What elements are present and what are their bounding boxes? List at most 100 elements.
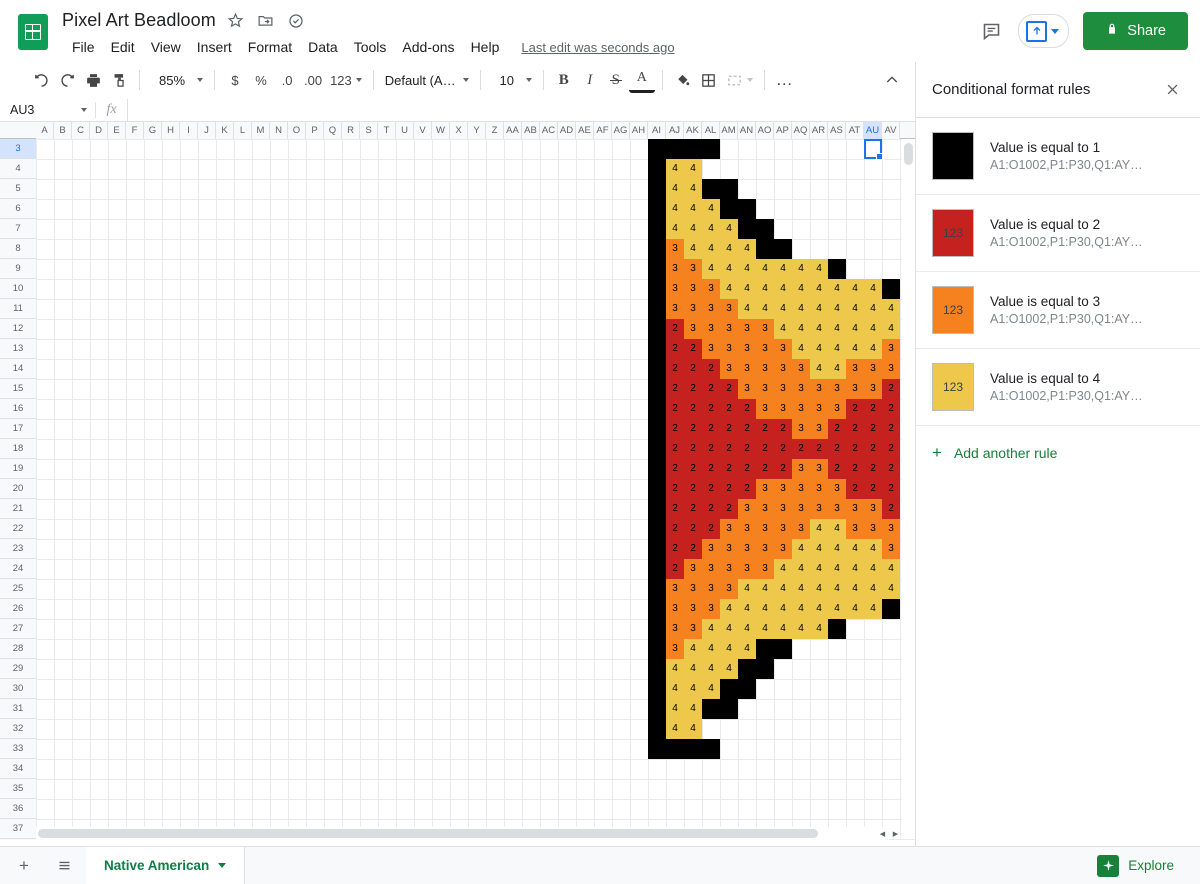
pixel-cell[interactable]: 3 — [702, 279, 720, 299]
pixel-cell[interactable] — [720, 679, 738, 699]
pixel-cell[interactable]: 3 — [882, 339, 900, 359]
pixel-cell[interactable]: 2 — [774, 459, 792, 479]
column-header-al[interactable]: AL — [702, 122, 720, 139]
pixel-cell[interactable]: 4 — [828, 359, 846, 379]
pixel-cell[interactable]: 2 — [882, 379, 900, 399]
pixel-cell[interactable] — [774, 239, 792, 259]
pixel-cell[interactable] — [648, 359, 666, 379]
pixel-cell[interactable]: 2 — [666, 499, 684, 519]
pixel-cell[interactable]: 3 — [792, 499, 810, 519]
pixel-cell[interactable]: 4 — [720, 259, 738, 279]
pixel-cell[interactable]: 3 — [756, 379, 774, 399]
pixel-cell[interactable]: 3 — [756, 519, 774, 539]
pixel-cell[interactable]: 2 — [810, 439, 828, 459]
pixel-cell[interactable]: 2 — [882, 459, 900, 479]
pixel-cell[interactable] — [648, 219, 666, 239]
pixel-cell[interactable]: 4 — [774, 319, 792, 339]
pixel-cell[interactable]: 3 — [774, 519, 792, 539]
pixel-cell[interactable]: 4 — [720, 639, 738, 659]
pixel-cell[interactable]: 4 — [774, 559, 792, 579]
pixel-cell[interactable]: 3 — [756, 559, 774, 579]
pixel-cell[interactable]: 3 — [702, 579, 720, 599]
menu-view[interactable]: View — [143, 36, 189, 58]
pixel-cell[interactable]: 3 — [774, 539, 792, 559]
pixel-cell[interactable]: 3 — [666, 619, 684, 639]
pixel-cell[interactable]: 3 — [756, 319, 774, 339]
row-header-11[interactable]: 11 — [0, 299, 36, 319]
pixel-cell[interactable]: 3 — [702, 599, 720, 619]
pixel-cell[interactable]: 2 — [774, 419, 792, 439]
pixel-cell[interactable]: 4 — [684, 239, 702, 259]
column-header-r[interactable]: R — [342, 122, 360, 139]
pixel-cell[interactable]: 4 — [684, 679, 702, 699]
pixel-cell[interactable]: 4 — [810, 359, 828, 379]
horizontal-scrollbar[interactable] — [36, 827, 889, 840]
menu-addons[interactable]: Add-ons — [394, 36, 462, 58]
pixel-cell[interactable]: 2 — [774, 439, 792, 459]
pixel-cell[interactable]: 2 — [720, 419, 738, 439]
column-header-ai[interactable]: AI — [648, 122, 666, 139]
pixel-cell[interactable] — [648, 519, 666, 539]
pixel-cell[interactable]: 4 — [756, 579, 774, 599]
pixel-cell[interactable] — [648, 419, 666, 439]
row-header-6[interactable]: 6 — [0, 199, 36, 219]
pixel-cell[interactable]: 4 — [828, 579, 846, 599]
column-header-y[interactable]: Y — [468, 122, 486, 139]
pixel-cell[interactable]: 3 — [666, 579, 684, 599]
pixel-cell[interactable]: 3 — [666, 239, 684, 259]
pixel-cell[interactable]: 4 — [828, 339, 846, 359]
pixel-cell[interactable] — [702, 739, 720, 759]
pixel-cell[interactable] — [702, 139, 720, 159]
text-color-button[interactable]: A — [629, 67, 655, 93]
pixel-cell[interactable]: 2 — [756, 419, 774, 439]
pixel-cell[interactable]: 2 — [828, 439, 846, 459]
pixel-cell[interactable]: 4 — [684, 199, 702, 219]
pixel-cell[interactable]: 3 — [846, 379, 864, 399]
pixel-cell[interactable]: 3 — [756, 339, 774, 359]
pixel-cell[interactable]: 4 — [774, 299, 792, 319]
pixel-cell[interactable]: 2 — [684, 459, 702, 479]
star-icon[interactable] — [226, 11, 246, 31]
pixel-cell[interactable]: 4 — [684, 159, 702, 179]
pixel-cell[interactable]: 3 — [720, 539, 738, 559]
column-header-aa[interactable]: AA — [504, 122, 522, 139]
menu-tools[interactable]: Tools — [346, 36, 395, 58]
row-header-35[interactable]: 35 — [0, 779, 36, 799]
row-header-12[interactable]: 12 — [0, 319, 36, 339]
pixel-cell[interactable]: 3 — [774, 499, 792, 519]
column-header-c[interactable]: C — [72, 122, 90, 139]
pixel-cell[interactable] — [648, 299, 666, 319]
pixel-cell[interactable]: 4 — [792, 339, 810, 359]
pixel-cell[interactable]: 3 — [810, 499, 828, 519]
pixel-cell[interactable]: 3 — [792, 479, 810, 499]
pixel-cell[interactable]: 4 — [684, 699, 702, 719]
row-header-15[interactable]: 15 — [0, 379, 36, 399]
pixel-cell[interactable]: 2 — [684, 439, 702, 459]
column-header-ap[interactable]: AP — [774, 122, 792, 139]
pixel-cell[interactable]: 3 — [828, 379, 846, 399]
row-header-23[interactable]: 23 — [0, 539, 36, 559]
pixel-cell[interactable]: 4 — [846, 319, 864, 339]
pixel-cell[interactable] — [684, 139, 702, 159]
increase-decimal-button[interactable]: .00 — [300, 67, 326, 93]
pixel-cell[interactable]: 4 — [756, 259, 774, 279]
row-header-22[interactable]: 22 — [0, 519, 36, 539]
pixel-cell[interactable]: 4 — [864, 559, 882, 579]
pixel-cell[interactable]: 4 — [666, 699, 684, 719]
pixel-cell[interactable] — [756, 639, 774, 659]
pixel-cell[interactable]: 4 — [828, 599, 846, 619]
pixel-cell[interactable]: 3 — [738, 499, 756, 519]
pixel-cell[interactable]: 2 — [720, 399, 738, 419]
menu-data[interactable]: Data — [300, 36, 346, 58]
pixel-cell[interactable]: 4 — [666, 159, 684, 179]
pixel-cell[interactable]: 3 — [720, 299, 738, 319]
menu-format[interactable]: Format — [240, 36, 300, 58]
pixel-cell[interactable]: 4 — [756, 299, 774, 319]
pixel-cell[interactable]: 2 — [882, 439, 900, 459]
pixel-cell[interactable]: 4 — [828, 559, 846, 579]
pixel-cell[interactable] — [720, 699, 738, 719]
row-header-38[interactable]: 38 — [0, 839, 36, 840]
column-header-b[interactable]: B — [54, 122, 72, 139]
pixel-cell[interactable]: 4 — [684, 719, 702, 739]
pixel-cell[interactable]: 2 — [720, 479, 738, 499]
